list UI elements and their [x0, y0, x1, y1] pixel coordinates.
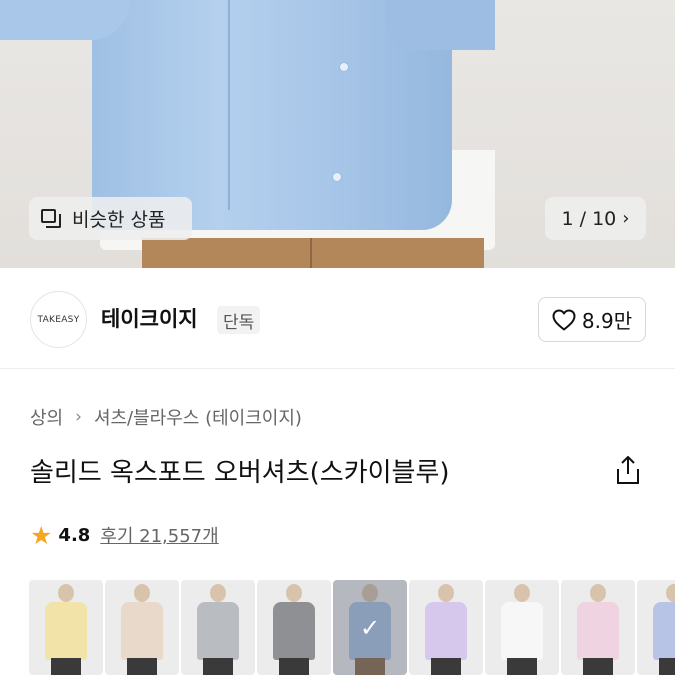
chevron-right-icon: ›: [75, 407, 82, 427]
similar-products-label: 비슷한 상품: [72, 209, 166, 231]
color-variant-thumb[interactable]: [29, 580, 103, 675]
brand-logo[interactable]: TAKEASY: [30, 291, 87, 348]
model-legs-graphic: [583, 658, 613, 675]
like-count: 8.9만: [581, 309, 633, 333]
color-variant-thumb[interactable]: [181, 580, 255, 675]
color-variant-thumb[interactable]: [105, 580, 179, 675]
shirt-swatch: [653, 602, 675, 660]
color-variant-thumb[interactable]: [561, 580, 635, 675]
rating-value: 4.8: [58, 524, 91, 546]
pants-seam-graphic: [310, 238, 312, 268]
color-variant-list: ✓: [29, 580, 675, 675]
page-counter-text: 1 / 10: [561, 207, 617, 230]
model-head-graphic: [438, 584, 454, 602]
breadcrumb: 상의 › 셔츠/블라우스 (테이크이지): [30, 404, 302, 430]
color-variant-thumb[interactable]: [637, 580, 675, 675]
model-head-graphic: [590, 584, 606, 602]
shirt-button-graphic: [332, 172, 342, 182]
model-legs-graphic: [431, 658, 461, 675]
color-variant-thumb[interactable]: [257, 580, 331, 675]
color-variant-thumb[interactable]: [409, 580, 483, 675]
model-legs-graphic: [659, 658, 675, 675]
shirt-swatch: [577, 602, 619, 660]
breadcrumb-item-top[interactable]: 상의: [30, 404, 63, 430]
color-variant-thumb[interactable]: [485, 580, 559, 675]
rating-row: ★ 4.8 후기 21,557개: [30, 522, 219, 548]
chevron-right-icon: ›: [622, 208, 630, 229]
breadcrumb-item-shirts[interactable]: 셔츠/블라우스 (테이크이지): [94, 404, 302, 430]
share-icon[interactable]: [615, 455, 641, 485]
shirt-swatch: [273, 602, 315, 660]
model-head-graphic: [58, 584, 74, 602]
image-page-counter[interactable]: 1 / 10 ›: [545, 197, 646, 240]
shirt-swatch: [501, 602, 543, 660]
review-link[interactable]: 후기 21,557개: [100, 522, 218, 548]
shirt-swatch: [197, 602, 239, 660]
shirt-placket-graphic: [228, 0, 230, 210]
similar-products-icon: [41, 208, 63, 229]
similar-products-button[interactable]: 비슷한 상품: [29, 197, 192, 240]
model-head-graphic: [514, 584, 530, 602]
shirt-swatch: [45, 602, 87, 660]
model-legs-graphic: [203, 658, 233, 675]
model-legs-graphic: [127, 658, 157, 675]
model-legs-graphic: [279, 658, 309, 675]
shirt-swatch: [425, 602, 467, 660]
product-title: 솔리드 옥스포드 오버셔츠(스카이블루): [30, 458, 450, 488]
exclusive-badge: 단독: [217, 306, 261, 334]
product-image[interactable]: 비슷한 상품 1 / 10 ›: [0, 0, 675, 268]
like-button[interactable]: 8.9만: [538, 297, 646, 342]
color-variant-thumb[interactable]: ✓: [333, 580, 407, 675]
model-head-graphic: [286, 584, 302, 602]
section-divider: [0, 368, 675, 369]
shirt-button-graphic: [339, 62, 349, 72]
heart-icon: [552, 309, 576, 330]
pants-graphic: [142, 238, 484, 268]
star-icon: ★: [30, 520, 53, 550]
left-arm-graphic: [0, 0, 130, 40]
model-head-graphic: [134, 584, 150, 602]
right-arm-graphic: [385, 0, 495, 50]
model-head-graphic: [210, 584, 226, 602]
model-legs-graphic: [507, 658, 537, 675]
model-head-graphic: [666, 584, 675, 602]
shirt-swatch: [121, 602, 163, 660]
brand-name[interactable]: 테이크이지: [101, 303, 198, 333]
check-icon: ✓: [359, 613, 381, 642]
model-legs-graphic: [51, 658, 81, 675]
brand-logo-text: TAKEASY: [37, 314, 80, 325]
